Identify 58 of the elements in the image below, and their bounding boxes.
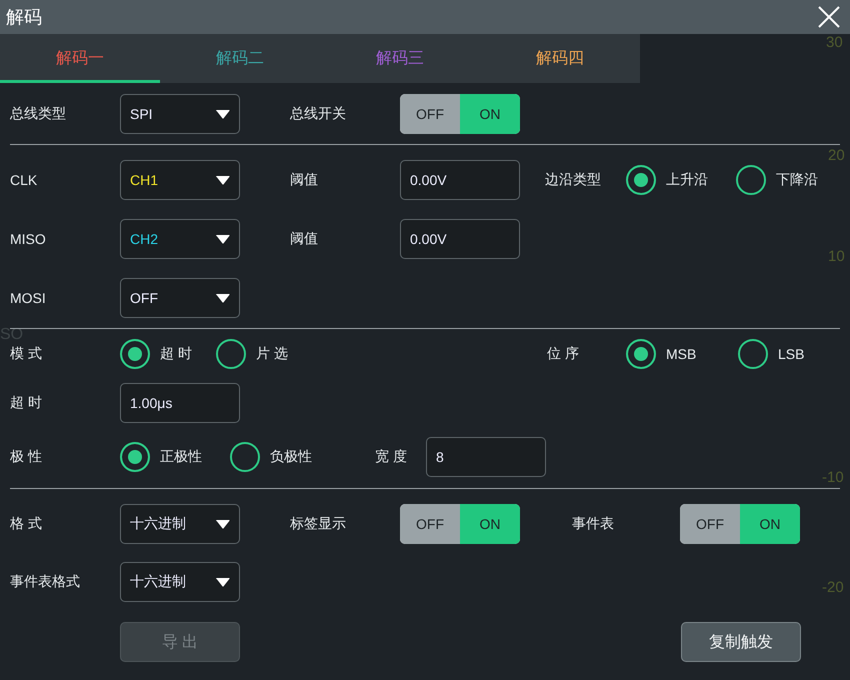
toggle-switch[interactable]: OFF ON (680, 504, 800, 544)
dropdown[interactable]: 十六进制 (120, 562, 240, 602)
input-field[interactable]: 8 (426, 437, 546, 477)
option-label: LSB (778, 346, 804, 362)
option-label: 上升沿 (666, 171, 708, 189)
caret-icon (216, 110, 230, 118)
input-field[interactable]: 1.00μs (120, 383, 240, 423)
field-label: 阈值 (290, 171, 318, 189)
toggle-switch[interactable]: OFF ON (400, 94, 520, 134)
dropdown[interactable]: CH1 (120, 160, 240, 200)
option-label: 负极性 (270, 448, 312, 466)
dropdown[interactable]: CH2 (120, 219, 240, 259)
dropdown[interactable]: OFF (120, 278, 240, 318)
close-button[interactable] (817, 5, 841, 29)
field-label: 模 式 (10, 345, 42, 363)
window-title: 解码 (6, 6, 42, 29)
close-icon (817, 5, 841, 29)
radio-button[interactable] (120, 339, 150, 369)
field-label: MISO (10, 231, 46, 247)
field-label: CLK (10, 172, 38, 188)
radio-button[interactable] (626, 339, 656, 369)
option-label: 下降沿 (776, 171, 818, 189)
option-label: MSB (666, 346, 696, 362)
field-label: 标签显示 (290, 515, 346, 533)
field-label: 事件表格式 (10, 573, 80, 591)
field-label: 阈值 (290, 230, 318, 248)
caret-icon (216, 176, 230, 184)
option-label: 片 选 (256, 345, 288, 363)
caret-icon (216, 520, 230, 528)
field-label: 位 序 (547, 345, 579, 363)
caret-icon (216, 578, 230, 586)
copy-trigger-button[interactable]: 复制触发 (681, 622, 801, 662)
caret-icon (216, 294, 230, 302)
field-label: 总线类型 (10, 105, 66, 123)
toggle-switch[interactable]: OFF ON (400, 504, 520, 544)
option-label: 正极性 (160, 448, 202, 466)
caret-icon (216, 234, 230, 244)
field-label: 格 式 (10, 515, 42, 533)
radio-button[interactable] (230, 442, 260, 472)
dropdown[interactable]: SPI (120, 94, 240, 134)
radio-button[interactable] (120, 442, 150, 472)
input-field[interactable]: 0.00V (400, 160, 520, 200)
field-label: MOSI (10, 290, 46, 306)
option-label: 超 时 (160, 345, 192, 363)
dropdown[interactable]: 十六进制 (120, 504, 240, 544)
tab[interactable]: 解码四 (480, 34, 640, 83)
field-label: 超 时 (10, 394, 42, 412)
radio-button[interactable] (738, 339, 768, 369)
field-label: 边沿类型 (545, 171, 601, 189)
field-label: 宽 度 (375, 448, 407, 466)
radio-button[interactable] (736, 165, 766, 195)
field-label: 极 性 (10, 448, 42, 466)
radio-button[interactable] (216, 339, 246, 369)
field-label: 事件表 (572, 515, 614, 533)
tab[interactable]: 解码二 (160, 34, 320, 83)
radio-button[interactable] (626, 165, 656, 195)
field-label: 总线开关 (290, 105, 346, 123)
input-field[interactable]: 0.00V (400, 219, 520, 259)
